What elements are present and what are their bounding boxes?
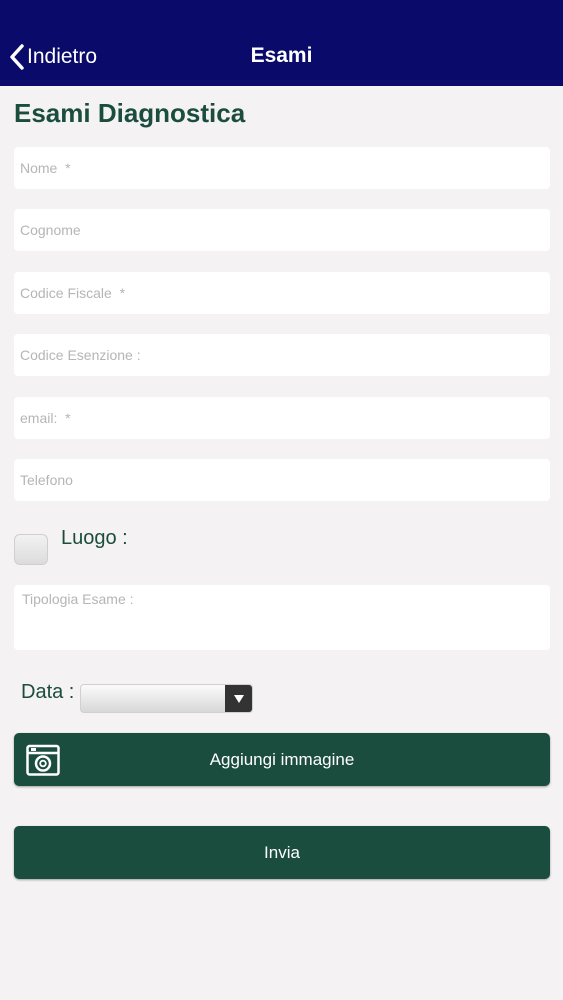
triangle-down-icon [225,685,252,712]
nome-input[interactable] [14,147,550,189]
data-select[interactable] [80,684,253,713]
tipologia-esame-textarea[interactable] [14,585,550,650]
page-title: Esami Diagnostica [14,98,246,128]
camera-icon [26,743,60,781]
navbar: Indietro Esami [0,0,563,86]
send-label: Invia [264,842,300,862]
data-label: Data : [21,681,75,703]
codice-fiscale-input[interactable] [14,272,550,314]
add-image-button[interactable]: Aggiungi immagine [14,733,550,786]
telefono-input[interactable] [14,459,550,501]
luogo-checkbox[interactable] [14,534,48,565]
send-button[interactable]: Invia [14,826,550,879]
add-image-label: Aggiungi immagine [209,749,355,769]
codice-esenzione-input[interactable] [14,334,550,376]
cognome-input[interactable] [14,209,550,251]
email-input[interactable] [14,397,550,439]
luogo-label: Luogo : [61,527,128,549]
nav-title: Esami [250,44,313,67]
